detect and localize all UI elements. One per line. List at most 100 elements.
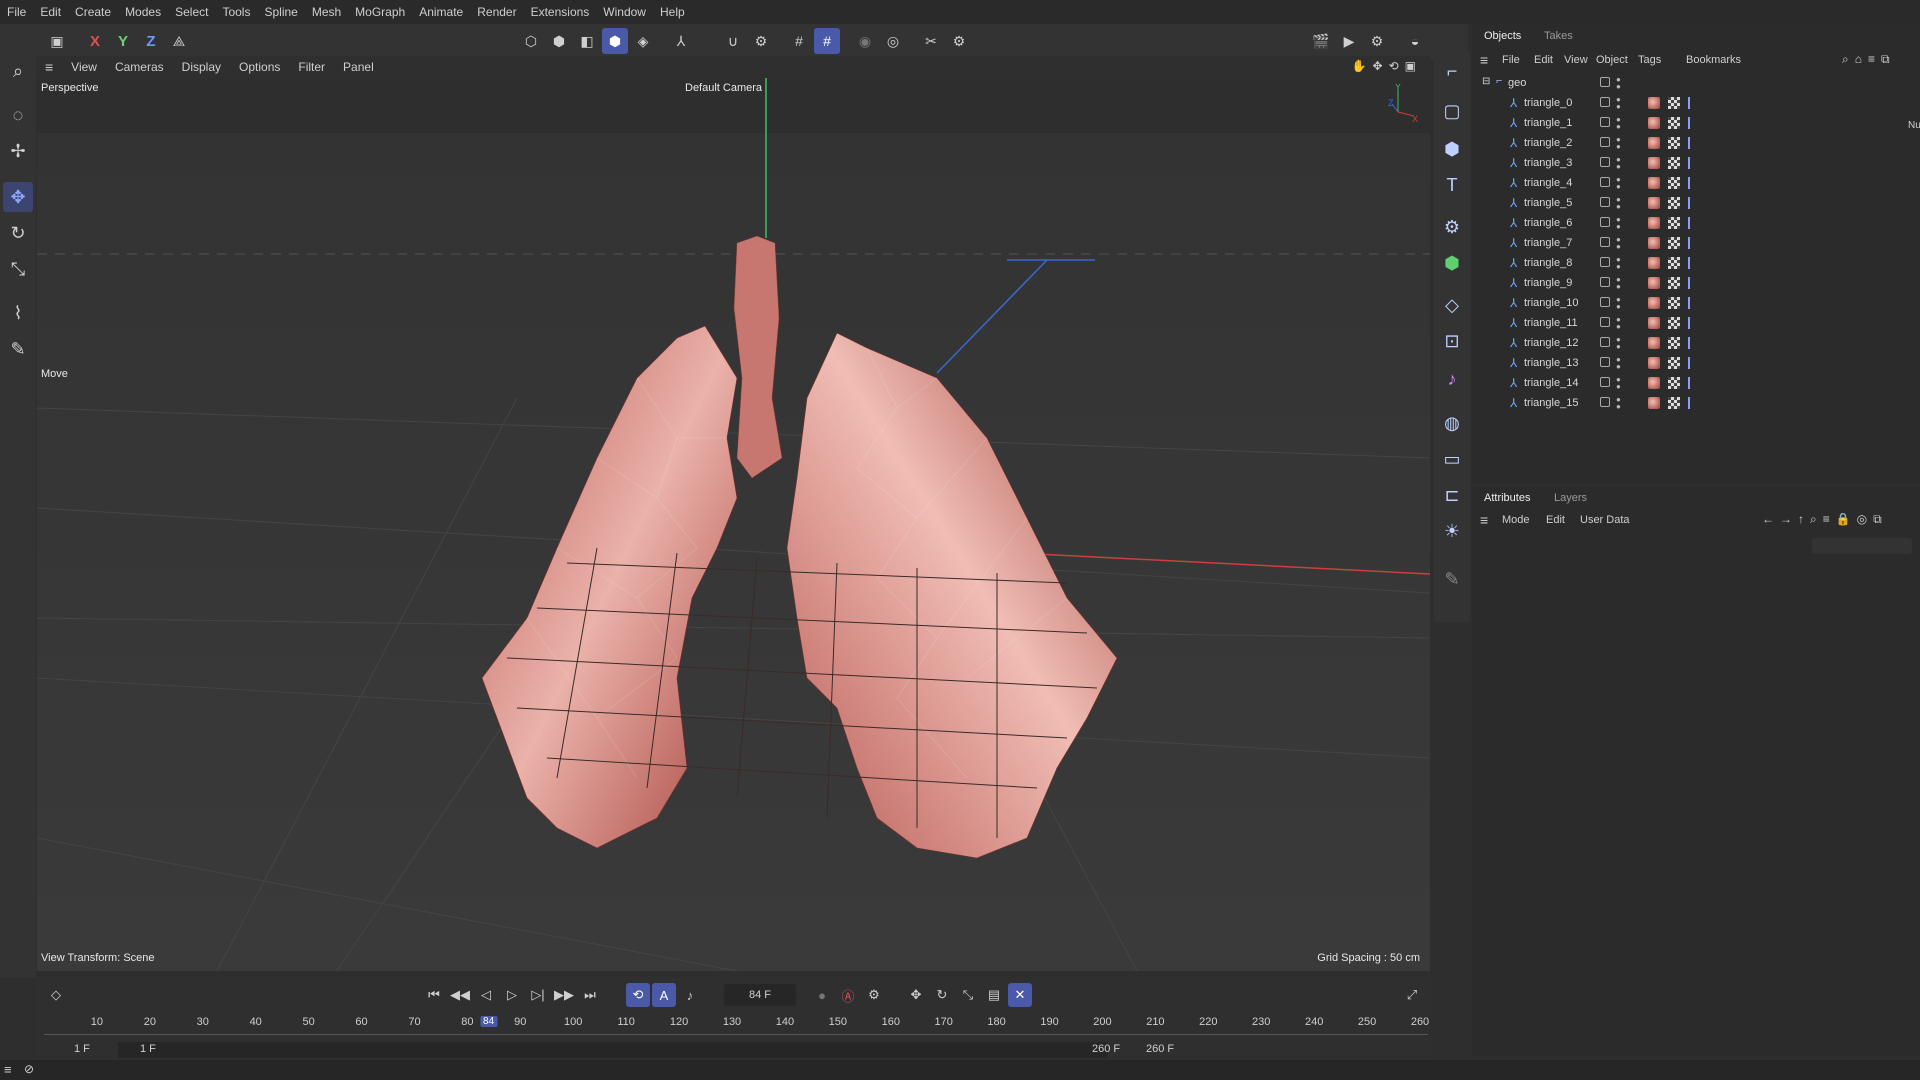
tab-layers[interactable]: Layers — [1554, 492, 1587, 504]
visibility-check[interactable] — [1600, 297, 1610, 307]
render-dots[interactable]: ● ● — [1616, 356, 1621, 371]
visibility-check[interactable] — [1600, 337, 1610, 347]
object-row[interactable]: ⅄ triangle_11 ● ● — [1476, 314, 1916, 334]
visibility-check[interactable] — [1600, 237, 1610, 247]
render-object-icon[interactable]: ⊏ — [1437, 480, 1467, 510]
loop-icon[interactable]: ⟲ — [626, 983, 650, 1007]
texture-tag-icon[interactable] — [1668, 297, 1680, 309]
keyframe-settings-icon[interactable]: ⚙ — [862, 983, 886, 1007]
tab-takes[interactable]: Takes — [1544, 30, 1573, 42]
lock-x-button[interactable]: X — [82, 28, 108, 54]
playhead[interactable]: 84 — [479, 1016, 498, 1027]
texture-tag-icon[interactable] — [1668, 137, 1680, 149]
objects-menu-object[interactable]: Object — [1596, 54, 1628, 66]
menu-file[interactable]: File — [0, 5, 33, 19]
hamburger-icon[interactable]: ≡ — [1480, 52, 1488, 68]
tab-attributes[interactable]: Attributes — [1484, 492, 1530, 504]
render-dots[interactable]: ● ● — [1616, 376, 1621, 391]
material-tag-icon[interactable] — [1648, 397, 1660, 409]
hamburger-icon[interactable]: ≡ — [36, 59, 62, 75]
search-icon[interactable]: ⌕ — [3, 56, 33, 86]
camera-icon[interactable]: ▭ — [1437, 444, 1467, 474]
object-row-geo[interactable]: ⊟ ⌐ geo ● ● — [1476, 74, 1916, 94]
texture-tag-icon[interactable] — [1668, 237, 1680, 249]
object-row[interactable]: ⅄ triangle_3 ● ● — [1476, 154, 1916, 174]
viewport-navigation-icons[interactable]: ✋✥⟲▣ — [1352, 59, 1422, 73]
uv-mode-icon[interactable]: ◈ — [630, 28, 656, 54]
selection-icon[interactable]: ◌ — [3, 100, 33, 130]
texture-tag-icon[interactable] — [1668, 317, 1680, 329]
objects-panel-tools-icons[interactable]: ⌕⌂≡⧉ — [1842, 52, 1896, 67]
environment-icon[interactable]: ◍ — [1437, 408, 1467, 438]
selection-tag-icon[interactable] — [1688, 197, 1698, 209]
visibility-check[interactable] — [1600, 77, 1610, 87]
menu-edit[interactable]: Edit — [33, 5, 68, 19]
render-dots[interactable]: ● ● — [1616, 316, 1621, 331]
selection-tag-icon[interactable] — [1688, 257, 1698, 269]
render-dots[interactable]: ● ● — [1616, 176, 1621, 191]
material-tag-icon[interactable] — [1648, 137, 1660, 149]
material-tag-icon[interactable] — [1648, 377, 1660, 389]
menu-tools[interactable]: Tools — [215, 5, 257, 19]
object-row[interactable]: ⅄ triangle_10 ● ● — [1476, 294, 1916, 314]
menu-mesh[interactable]: Mesh — [305, 5, 348, 19]
object-row[interactable]: ⅄ triangle_7 ● ● — [1476, 234, 1916, 254]
key-point-level-icon[interactable]: ✕ — [1008, 983, 1032, 1007]
render-dots[interactable]: ● ● — [1616, 216, 1621, 231]
render-picture-viewer-icon[interactable]: ▶ — [1336, 28, 1362, 54]
hamburger-icon[interactable]: ≡ — [1480, 512, 1488, 528]
viewport-menu-display[interactable]: Display — [173, 60, 230, 74]
spline-icon[interactable]: ▢ — [1437, 96, 1467, 126]
polygons-mode-icon[interactable]: ◧ — [574, 28, 600, 54]
render-dots[interactable]: ● ● — [1616, 276, 1621, 291]
menu-mograph[interactable]: MoGraph — [348, 5, 412, 19]
material-tag-icon[interactable] — [1648, 337, 1660, 349]
material-tag-icon[interactable] — [1648, 197, 1660, 209]
timeline-graph-icon[interactable]: ⤢ — [1400, 983, 1424, 1007]
viewport-menu-options[interactable]: Options — [230, 60, 289, 74]
object-row[interactable]: ⅄ triangle_6 ● ● — [1476, 214, 1916, 234]
visibility-check[interactable] — [1600, 177, 1610, 187]
light-icon[interactable]: ☀ — [1437, 516, 1467, 546]
null-object-icon[interactable]: ⌐ — [1437, 56, 1467, 86]
selection-tag-icon[interactable] — [1688, 97, 1698, 109]
visibility-check[interactable] — [1600, 217, 1610, 227]
menu-create[interactable]: Create — [68, 5, 118, 19]
texture-tag-icon[interactable] — [1668, 277, 1680, 289]
grid-snap-icon[interactable]: # — [814, 28, 840, 54]
collapse-icon[interactable]: ⊟ — [1482, 76, 1490, 87]
selection-tag-icon[interactable] — [1688, 397, 1698, 409]
selection-tag-icon[interactable] — [1688, 317, 1698, 329]
axis-mode-icon[interactable]: ⅄ — [668, 28, 694, 54]
workplane-icon[interactable]: # — [786, 28, 812, 54]
render-view-icon[interactable]: 🎬 — [1308, 28, 1334, 54]
hamburger-icon[interactable]: ≡ — [4, 1062, 12, 1077]
object-row[interactable]: ⅄ triangle_15 ● ● — [1476, 394, 1916, 414]
projection-label[interactable]: Perspective — [41, 82, 98, 94]
objects-menu-file[interactable]: File — [1502, 54, 1520, 66]
coordinate-system-icon[interactable]: ⟁ — [166, 28, 192, 54]
previous-key-icon[interactable]: ◀◀ — [448, 983, 472, 1007]
object-row[interactable]: ⅄ triangle_1 ● ● — [1476, 114, 1916, 134]
material-tag-icon[interactable] — [1648, 117, 1660, 129]
solo-icon[interactable]: ◉ — [852, 28, 878, 54]
mograph-icon[interactable]: ♪ — [1437, 364, 1467, 394]
rotate-tool-icon[interactable]: ↻ — [3, 218, 33, 248]
menu-modes[interactable]: Modes — [118, 5, 168, 19]
render-settings-icon[interactable]: ⚙ — [1364, 28, 1390, 54]
undo-icon[interactable]: ▣ — [44, 28, 70, 54]
next-key-icon[interactable]: ▶▶ — [552, 983, 576, 1007]
selection-tag-icon[interactable] — [1688, 337, 1698, 349]
visibility-check[interactable] — [1600, 137, 1610, 147]
visibility-check[interactable] — [1600, 377, 1610, 387]
object-row[interactable]: ⅄ triangle_5 ● ● — [1476, 194, 1916, 214]
objects-menu-bookmarks[interactable]: Bookmarks — [1686, 54, 1741, 66]
selection-tag-icon[interactable] — [1688, 217, 1698, 229]
object-row[interactable]: ⅄ triangle_12 ● ● — [1476, 334, 1916, 354]
selection-tag-icon[interactable] — [1688, 137, 1698, 149]
key-scale-icon[interactable]: ⤡ — [956, 983, 980, 1007]
symmetry-icon[interactable]: ✂ — [918, 28, 944, 54]
viewport-menu-cameras[interactable]: Cameras — [106, 60, 173, 74]
text-icon[interactable]: T — [1437, 170, 1467, 200]
points-mode-icon[interactable]: ⬡ — [518, 28, 544, 54]
